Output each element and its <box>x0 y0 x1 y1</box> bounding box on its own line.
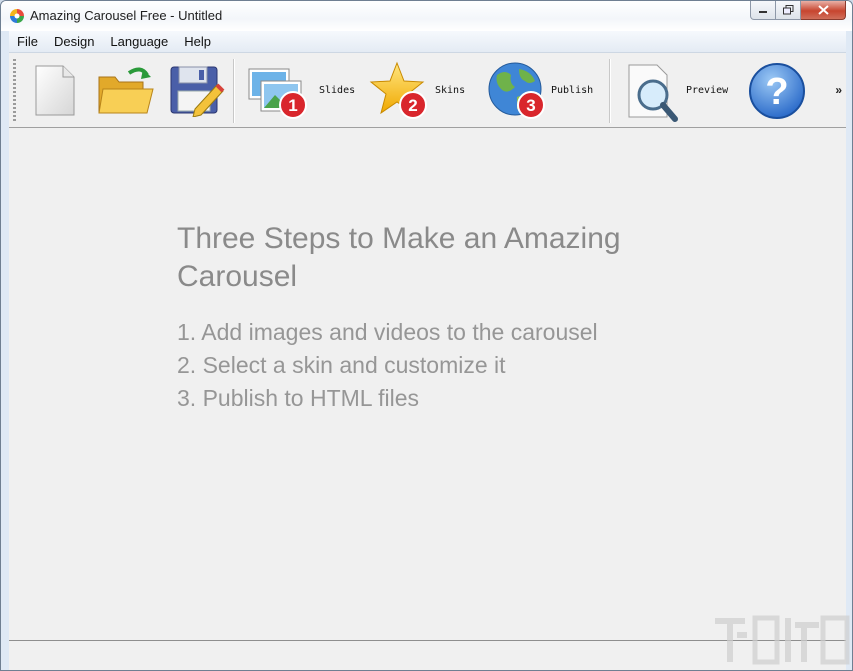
step-item: 1. Add images and videos to the carousel <box>177 319 598 345</box>
new-document-icon <box>35 65 75 116</box>
save-button[interactable] <box>167 53 227 127</box>
maximize-button[interactable] <box>776 1 801 20</box>
menu-help[interactable]: Help <box>176 31 219 52</box>
skins-star-icon: 2 <box>369 61 427 119</box>
minimize-button[interactable] <box>750 1 776 20</box>
watermark-logo-icon <box>715 615 850 665</box>
app-window: Amazing Carousel Free - Untitled File De… <box>0 0 853 671</box>
help-button[interactable]: ? <box>743 53 809 127</box>
menu-file[interactable]: File <box>9 31 46 52</box>
close-icon <box>817 5 829 15</box>
preview-label: Preview <box>686 85 729 96</box>
open-button[interactable] <box>93 53 157 127</box>
restore-icon <box>782 5 793 15</box>
step-item: 2. Select a skin and customize it <box>177 352 506 378</box>
minimize-icon <box>759 11 767 13</box>
toolbar-separator <box>609 59 611 123</box>
close-button[interactable] <box>801 1 846 20</box>
help-question-icon: ? <box>749 63 805 119</box>
svg-text:?: ? <box>765 71 788 113</box>
toolbar: 1 Slides 2 Skins 3 Publish Preview ? » <box>9 53 846 128</box>
publish-button[interactable]: 3 Publish <box>483 53 603 127</box>
save-disk-icon <box>170 66 225 117</box>
welcome-panel: Three Steps to Make an Amazing Carousel … <box>9 128 846 641</box>
new-button[interactable] <box>29 53 81 127</box>
steps-list: 1. Add images and videos to the carousel… <box>177 316 598 415</box>
open-folder-icon <box>98 67 154 114</box>
step-badge-2: 2 <box>408 96 417 115</box>
step-badge-1: 1 <box>288 96 297 115</box>
skins-button[interactable]: 2 Skins <box>365 53 471 127</box>
slides-button[interactable]: 1 Slides <box>243 53 355 127</box>
skins-label: Skins <box>435 85 466 96</box>
window-title: Amazing Carousel Free - Untitled <box>30 8 223 23</box>
title-bar: Amazing Carousel Free - Untitled <box>1 1 852 31</box>
toolbar-overflow-chevron-icon[interactable]: » <box>835 83 842 97</box>
slides-images-icon: 1 <box>248 68 307 119</box>
preview-button[interactable]: Preview <box>619 53 735 127</box>
menu-language[interactable]: Language <box>102 31 176 52</box>
publish-label: Publish <box>551 85 594 96</box>
welcome-heading: Three Steps to Make an Amazing Carousel <box>177 222 621 293</box>
slides-label: Slides <box>319 85 356 96</box>
step-badge-3: 3 <box>526 96 535 115</box>
toolbar-separator <box>233 59 235 123</box>
menu-design[interactable]: Design <box>46 31 102 52</box>
step-item: 3. Publish to HTML files <box>177 385 420 411</box>
menu-bar: File Design Language Help <box>9 31 846 53</box>
preview-magnifier-icon <box>628 64 678 122</box>
toolbar-grip[interactable] <box>13 59 16 121</box>
publish-globe-icon: 3 <box>488 62 545 119</box>
app-logo-icon <box>10 9 24 23</box>
